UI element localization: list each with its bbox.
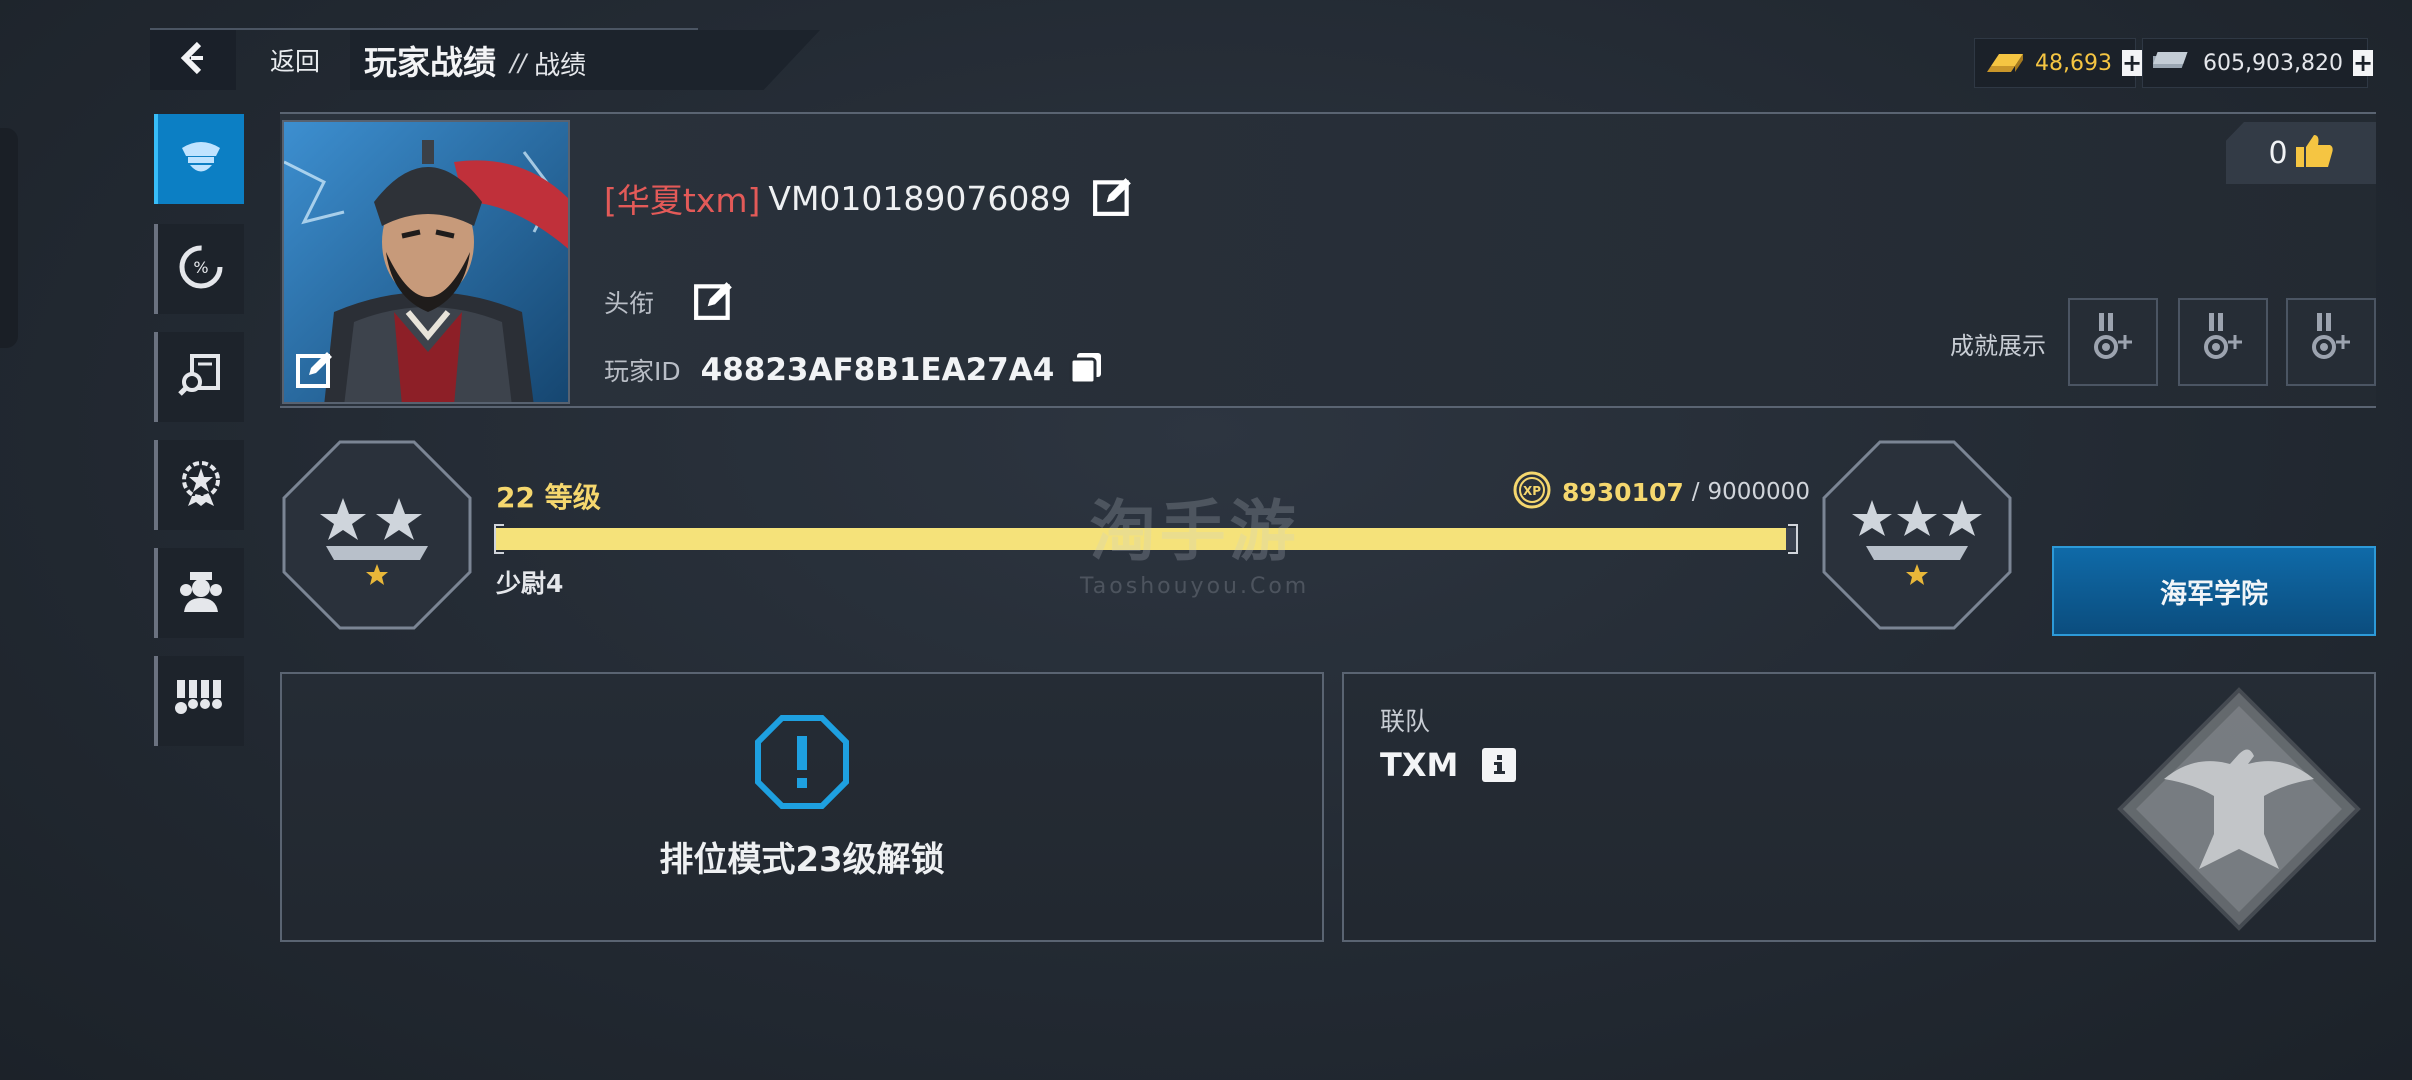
chevron-left-icon xyxy=(173,38,213,82)
player-name: VM010189076089 xyxy=(768,178,1072,218)
copy-id-button[interactable] xyxy=(1062,346,1110,394)
search-book-icon xyxy=(176,350,226,404)
edge-handle xyxy=(0,128,18,348)
gold-bar-icon xyxy=(1985,48,2025,78)
player-id-value: 48823AF8B1EA27A4 xyxy=(700,352,1055,388)
rank-two-stars-icon xyxy=(280,438,474,636)
percent-gauge-icon: % xyxy=(176,242,226,296)
watermark-sub: Taoshouyou.Com xyxy=(1080,574,1310,599)
thumbs-up-icon xyxy=(2294,131,2334,175)
edit-name-button[interactable] xyxy=(1089,174,1137,222)
xp-max: 9000000 xyxy=(1707,479,1810,505)
alliance-panel[interactable]: 联队 TXM xyxy=(1342,672,2376,942)
alliance-label: 联队 xyxy=(1380,707,1431,736)
achievement-label: 成就展示 xyxy=(1950,332,2046,360)
warning-hexagon-icon xyxy=(754,714,850,814)
alliance-name-row: TXM xyxy=(1380,746,1517,784)
back-label: 返回 xyxy=(270,47,321,76)
sidebar-item-honors[interactable] xyxy=(154,440,244,530)
rank-name: 少尉4 xyxy=(496,569,564,598)
crew-icon xyxy=(176,566,226,620)
clan-tag: [华夏txm] xyxy=(604,181,761,220)
watermark-main: 淘手游 xyxy=(1089,493,1300,570)
ranked-mode-panel: 排位模式23级解锁 xyxy=(280,672,1324,942)
achievement-slot[interactable] xyxy=(2068,298,2158,386)
edit-title-button[interactable] xyxy=(690,278,738,326)
xp-row: XP 8930107 / 9000000 xyxy=(1512,470,1810,514)
likes-count: 0 xyxy=(2268,135,2288,171)
cash-stack-icon xyxy=(2147,48,2193,78)
xp-icon: XP xyxy=(1512,470,1552,514)
sidebar-item-profile[interactable] xyxy=(154,114,244,204)
officer-cap-icon xyxy=(176,132,226,186)
edit-pencil-icon xyxy=(693,279,735,325)
edit-pencil-icon xyxy=(1092,175,1134,221)
xp-current: 8930107 xyxy=(1562,477,1684,507)
alliance-name: TXM xyxy=(1380,746,1459,784)
next-rank-badge xyxy=(1820,440,2014,634)
eagle-emblem-icon xyxy=(2114,684,2364,934)
naval-academy-button[interactable]: 海军学院 xyxy=(2052,546,2376,636)
add-medal-icon xyxy=(2087,311,2139,373)
back-button[interactable] xyxy=(150,30,236,90)
sidebar-item-medals[interactable] xyxy=(154,656,244,746)
xp-separator: / xyxy=(1691,479,1700,505)
info-icon[interactable] xyxy=(1482,748,1517,782)
current-rank-badge xyxy=(280,440,474,634)
add-medal-icon xyxy=(2197,311,2249,373)
ranked-unlock-text: 排位模式23级解锁 xyxy=(659,840,945,880)
title-row: 头衔 xyxy=(604,278,738,326)
star-emblem-icon xyxy=(176,458,226,512)
name-row: [华夏txm] VM010189076089 xyxy=(604,174,1137,222)
gold-amount: 48,693 xyxy=(2035,50,2112,76)
watermark: 淘手游 Taoshouyou.Com xyxy=(1080,478,1309,599)
cash-amount: 605,903,820 xyxy=(2203,50,2343,76)
sidebar-item-crew[interactable] xyxy=(154,548,244,638)
sidebar-item-records[interactable] xyxy=(154,332,244,422)
rank-three-stars-icon xyxy=(1820,438,2014,636)
achievement-slot[interactable] xyxy=(2286,298,2376,386)
medals-icon xyxy=(173,674,229,728)
page-title-box: 玩家战绩 // 战绩 xyxy=(350,30,820,90)
level-label: 22 等级 xyxy=(496,481,601,514)
avatar-edit-button[interactable] xyxy=(294,350,336,392)
cash-currency: 605,903,820 + xyxy=(2142,38,2374,88)
edit-pencil-icon xyxy=(295,349,335,393)
player-avatar[interactable] xyxy=(282,120,570,404)
svg-text:%: % xyxy=(193,258,208,277)
page-title: 玩家战绩 xyxy=(364,43,496,82)
add-cash-button[interactable]: + xyxy=(2352,50,2374,76)
gold-currency: 48,693 + xyxy=(1974,38,2143,88)
xp-bar-cap-right xyxy=(1788,524,1798,554)
copy-icon xyxy=(1067,349,1105,391)
add-medal-icon xyxy=(2305,311,2357,373)
sidebar-item-stats[interactable]: % xyxy=(154,224,244,314)
player-id-label: 玩家ID xyxy=(604,357,681,386)
title-label: 头衔 xyxy=(604,289,655,318)
header-bar: 返回 玩家战绩 // 战绩 xyxy=(150,30,820,90)
page-subtitle: 战绩 xyxy=(534,50,587,81)
title-separator: // xyxy=(510,49,527,77)
likes-button[interactable]: 0 xyxy=(2226,122,2376,184)
add-gold-button[interactable]: + xyxy=(2121,50,2143,76)
profile-card: [华夏txm] VM010189076089 头衔 玩家ID 48823AF8B… xyxy=(280,112,2376,408)
player-id-row: 玩家ID 48823AF8B1EA27A4 xyxy=(604,346,1110,394)
achievement-slot[interactable] xyxy=(2178,298,2268,386)
svg-text:XP: XP xyxy=(1523,484,1541,498)
